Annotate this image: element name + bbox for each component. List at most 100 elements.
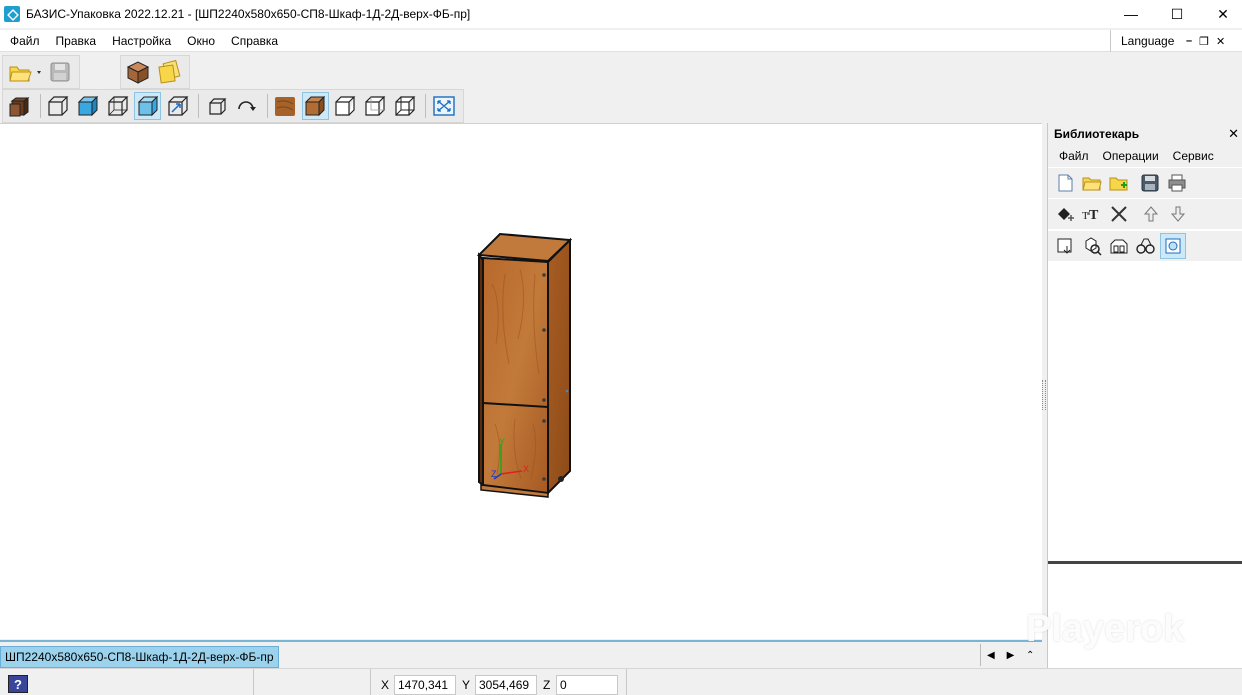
add-item-button[interactable] — [1052, 201, 1078, 227]
orbit-icon — [238, 101, 257, 111]
insert-button[interactable] — [1052, 233, 1078, 259]
tab-prev-icon[interactable]: ◀ — [981, 650, 1001, 661]
librarian-save-button[interactable] — [1137, 170, 1163, 196]
panel-splitter[interactable] — [1042, 380, 1046, 410]
open-folder-button[interactable] — [1079, 170, 1105, 196]
package-box-icon — [126, 61, 150, 84]
wireframe-button[interactable] — [45, 92, 72, 120]
tab-next-icon[interactable]: ▶ — [1001, 650, 1021, 661]
move-up-button[interactable] — [1138, 201, 1164, 227]
move-button[interactable] — [164, 92, 191, 120]
preview-button[interactable] — [1160, 233, 1186, 259]
move-down-icon — [1170, 206, 1186, 222]
add-folder-button[interactable] — [1106, 170, 1132, 196]
mdi-restore-button[interactable]: ❐ — [1199, 35, 1209, 48]
cube-outline-icon — [335, 96, 356, 116]
toolbar-view — [2, 89, 464, 123]
rotate-view-button[interactable] — [203, 92, 230, 120]
close-button[interactable]: ✕ — [1200, 0, 1242, 28]
x-coord-field: 1470,341 — [394, 675, 456, 695]
toolbar-separator — [198, 94, 200, 118]
add-folder-icon — [1109, 177, 1128, 191]
cube-xray-button[interactable] — [391, 92, 418, 120]
app-logo-icon — [4, 6, 20, 22]
menu-language[interactable]: Language — [1110, 30, 1174, 52]
open-folders-button[interactable] — [155, 58, 183, 86]
orbit-button[interactable] — [233, 92, 260, 120]
cube-edges-button[interactable] — [361, 92, 388, 120]
cube-outline-button[interactable] — [332, 92, 359, 120]
cabinet-model — [476, 232, 573, 498]
textured-cube-button[interactable] — [301, 92, 329, 120]
move-down-button[interactable] — [1165, 201, 1191, 227]
menu-window[interactable]: Окно — [179, 34, 223, 48]
svg-text:T: T — [1082, 210, 1089, 222]
librarian-panel: Библиотекарь ✕ Файл Операции Сервис TT — [1047, 123, 1242, 668]
find-button[interactable] — [1133, 233, 1159, 259]
menu-edit[interactable]: Правка — [48, 34, 105, 48]
librarian-menu-file[interactable]: Файл — [1052, 149, 1096, 163]
save-icon — [50, 62, 70, 82]
search-button[interactable] — [1079, 233, 1105, 259]
toolbar-separator — [266, 94, 268, 118]
cube-edges-icon — [365, 96, 386, 116]
librarian-menu-operations[interactable]: Операции — [1096, 149, 1166, 163]
zoom-extents-icon — [432, 96, 455, 116]
transparent-button[interactable] — [134, 92, 162, 120]
librarian-toolbar-row-2: TT — [1048, 199, 1242, 229]
transparent-cube-icon — [137, 95, 159, 117]
new-file-button[interactable] — [1052, 170, 1078, 196]
cut-icon — [1111, 206, 1127, 222]
shaded-button[interactable] — [75, 92, 102, 120]
rename-text-icon: TT — [1082, 208, 1099, 223]
z-coord-field: 0 — [556, 675, 618, 695]
mdi-close-button[interactable]: ✕ — [1216, 35, 1225, 48]
librarian-title: Библиотекарь — [1054, 127, 1140, 141]
replace-button[interactable] — [1106, 233, 1132, 259]
zoom-extents-button[interactable] — [430, 92, 457, 120]
z-coord-label: Z — [543, 678, 551, 692]
mdi-minimize-button[interactable]: – — [1186, 35, 1192, 47]
maximize-button[interactable]: ☐ — [1154, 0, 1200, 28]
texture-icon — [275, 97, 296, 116]
package-button[interactable] — [124, 58, 152, 86]
solid-view-icon — [9, 97, 30, 117]
document-tab[interactable]: ШП2240х580х650-СП8-Шкаф-1Д-2Д-верх-ФБ-пр — [0, 646, 279, 668]
print-button[interactable] — [1164, 170, 1190, 196]
toolbar-separator — [39, 94, 41, 118]
rename-button[interactable]: TT — [1079, 201, 1105, 227]
cube-xray-icon — [395, 96, 416, 116]
y-coord-label: Y — [462, 678, 471, 692]
shaded-cube-icon — [77, 95, 99, 117]
solid-view-button[interactable] — [6, 92, 33, 120]
menu-file[interactable]: Файл — [0, 34, 48, 48]
find-icon — [1136, 238, 1155, 254]
menu-settings[interactable]: Настройка — [104, 34, 179, 48]
menu-help[interactable]: Справка — [223, 34, 286, 48]
rotate-view-icon — [208, 98, 227, 115]
help-icon[interactable]: ? — [8, 675, 28, 693]
title-bar: БАЗИС-Упаковка 2022.12.21 - [ШП2240х580х… — [0, 0, 1242, 28]
hidden-lines-button[interactable] — [105, 92, 132, 120]
texture-button[interactable] — [272, 92, 299, 120]
save-icon — [1141, 174, 1159, 192]
toolbar-separator — [425, 94, 427, 118]
librarian-menu-service[interactable]: Сервис — [1166, 149, 1221, 163]
tab-collapse-icon[interactable]: ⌃ — [1020, 650, 1040, 661]
3d-viewport[interactable]: Y X Z — [0, 123, 1042, 639]
librarian-tree[interactable] — [1048, 263, 1242, 561]
svg-text:T: T — [1089, 208, 1099, 223]
save-button[interactable] — [47, 58, 73, 86]
librarian-toolbar-row-1 — [1048, 168, 1242, 198]
y-coord-field: 3054,469 — [475, 675, 537, 695]
librarian-close-icon[interactable]: ✕ — [1228, 126, 1239, 142]
wireframe-cube-icon — [48, 96, 69, 116]
librarian-toolbar-row-3 — [1048, 231, 1242, 261]
add-item-icon — [1058, 208, 1074, 221]
cut-button[interactable] — [1106, 201, 1132, 227]
menu-bar: Файл Правка Настройка Окно Справка Langu… — [0, 30, 1242, 52]
minimize-button[interactable]: — — [1108, 0, 1154, 28]
x-coord-label: X — [381, 678, 390, 692]
status-divider — [370, 669, 371, 695]
open-button[interactable] — [6, 58, 44, 86]
